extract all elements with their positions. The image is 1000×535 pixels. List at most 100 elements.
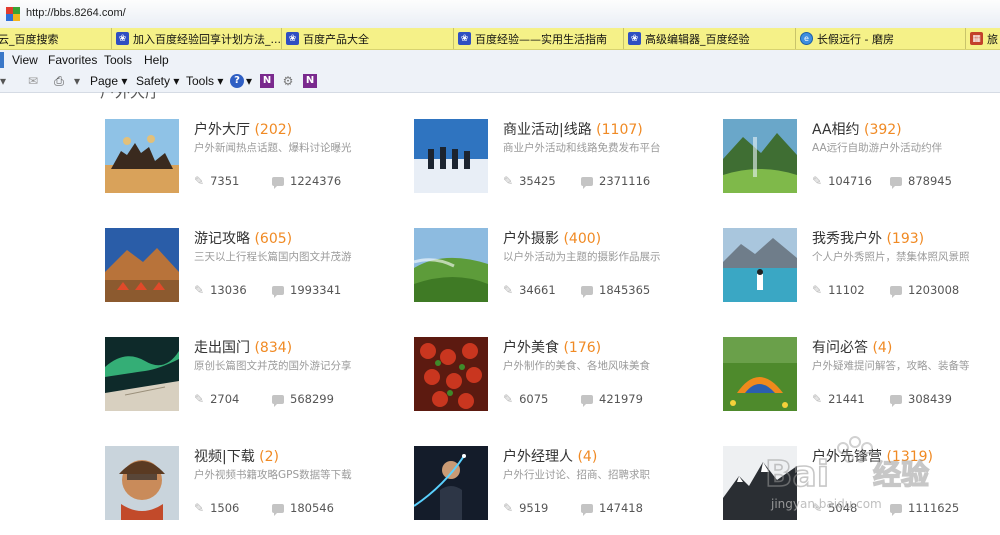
forum-title[interactable]: 走出国门 (834) [194, 337, 292, 357]
safety-menu-button[interactable]: Safety ▾ [136, 74, 179, 88]
forum-name[interactable]: 视频|下载 [194, 449, 255, 465]
print-icon[interactable]: ⎙ [52, 74, 66, 88]
comment-bubble-icon [272, 503, 284, 516]
forum-title[interactable]: 户外大厅 (202) [194, 119, 292, 139]
thread-count: ✎ 1506 [194, 501, 239, 515]
comment-bubble-icon [272, 394, 284, 407]
section-heading-text: 户外大厅 [100, 92, 161, 101]
forum-today-count: (1107) [596, 122, 643, 138]
menu-tools[interactable]: Tools [104, 53, 132, 67]
post-count: 568299 [272, 392, 334, 407]
forum-title[interactable]: 户外经理人 (4) [503, 446, 597, 466]
forum-title[interactable]: 户外先锋营 (1319) [812, 446, 933, 466]
onenote-icon[interactable]: N [260, 74, 274, 88]
pen-icon: ✎ [812, 174, 823, 188]
forum-card[interactable]: 户外大厅 (202) 户外新闻热点话题、爆料讨论曝光 ✎ 7351 1224376 [105, 119, 395, 197]
forum-thumbnail[interactable] [723, 119, 797, 193]
comment-bubble-icon [890, 503, 902, 516]
forum-card[interactable]: 视频|下载 (2) 户外视频书籍攻略GPS数据等下载 ✎ 1506 180546 [105, 446, 395, 524]
forum-title[interactable]: 商业活动|线路 (1107) [503, 119, 643, 139]
forum-description: 户外新闻热点话题、爆料讨论曝光 [194, 142, 352, 154]
pen-icon: ✎ [194, 501, 205, 515]
gear-icon[interactable]: ⚙ [281, 74, 295, 88]
forum-title[interactable]: 游记攻略 (605) [194, 228, 292, 248]
favorite-link[interactable]: e 长假远行 - 磨房 [796, 28, 966, 49]
forum-card[interactable]: 户外先锋营 (1319) ✎ 5048 1111625 [723, 446, 1000, 524]
favorite-label: 长假远行 - 磨房 [817, 32, 894, 46]
forum-name[interactable]: 户外大厅 [194, 122, 250, 138]
baidu-paw-icon: ❀ [286, 32, 299, 45]
forum-name[interactable]: 游记攻略 [194, 231, 250, 247]
favorite-link[interactable]: ❀ 加入百度经验回享计划方法_... [112, 28, 282, 49]
forum-thumbnail[interactable] [723, 337, 797, 411]
thread-count-value: 7351 [210, 174, 240, 188]
forum-thumbnail[interactable] [414, 337, 488, 411]
pen-icon: ✎ [503, 501, 514, 515]
post-count: 878945 [890, 174, 952, 189]
forum-thumbnail[interactable] [105, 446, 179, 520]
forum-title[interactable]: 有问必答 (4) [812, 337, 892, 357]
comment-bubble-icon [890, 394, 902, 407]
site-favicon-icon [6, 7, 20, 21]
forum-card[interactable]: 我秀我户外 (193) 个人户外秀照片，禁集体照风景照 ✎ 11102 1203008 [723, 228, 1000, 306]
thread-count: ✎ 2704 [194, 392, 239, 406]
forum-thumbnail[interactable] [723, 446, 797, 520]
forum-name[interactable]: 商业活动|线路 [503, 122, 592, 138]
forum-today-count: (834) [254, 340, 293, 356]
forum-card[interactable]: 走出国门 (834) 原创长篇图文并茂的国外游记分享 ✎ 2704 568299 [105, 337, 395, 415]
mail-icon[interactable]: ✉ [26, 74, 40, 88]
favorite-label: 加入百度经验回享计划方法_... [133, 32, 281, 46]
url-text[interactable]: http://bbs.8264.com/ [26, 7, 126, 19]
comment-bubble-icon [890, 285, 902, 298]
forum-thumbnail[interactable] [414, 446, 488, 520]
forum-name[interactable]: AA相约 [812, 122, 860, 138]
comment-bubble-icon [581, 503, 593, 516]
favorite-link[interactable]: 云_百度搜索 [0, 28, 112, 49]
help-dropdown-button[interactable]: ▾ [246, 74, 252, 88]
favorite-link[interactable]: ▦ 旅 [966, 28, 1000, 49]
dropdown-arrow-icon[interactable]: ▾ [0, 74, 10, 88]
address-bar[interactable]: http://bbs.8264.com/ [0, 0, 1000, 29]
forum-name[interactable]: 户外摄影 [503, 231, 559, 247]
menu-edge [0, 52, 4, 68]
menu-view[interactable]: View [12, 53, 38, 67]
forum-card[interactable]: 户外美食 (176) 户外制作的美食、各地风味美食 ✎ 6075 421979 [414, 337, 704, 415]
forum-card[interactable]: 商业活动|线路 (1107) 商业户外活动和线路免费发布平台 ✎ 35425 23711… [414, 119, 704, 197]
forum-card[interactable]: 有问必答 (4) 户外疑难提问解答，攻略、装备等 ✎ 21441 308439 [723, 337, 1000, 415]
forum-thumbnail[interactable] [723, 228, 797, 302]
favorite-link[interactable]: ❀ 高级编辑器_百度经验 [624, 28, 796, 49]
forum-name[interactable]: 有问必答 [812, 340, 868, 356]
print-dropdown-icon[interactable]: ▾ [70, 74, 84, 88]
forum-title[interactable]: 户外摄影 (400) [503, 228, 601, 248]
favorite-link[interactable]: ❀ 百度经验——实用生活指南 [454, 28, 624, 49]
menu-help[interactable]: Help [144, 53, 169, 67]
forum-thumbnail[interactable] [105, 228, 179, 302]
thread-count: ✎ 35425 [503, 174, 556, 188]
page-menu-button[interactable]: Page ▾ [90, 74, 127, 88]
forum-thumbnail[interactable] [414, 228, 488, 302]
menu-favorites[interactable]: Favorites [48, 53, 97, 67]
forum-thumbnail[interactable] [105, 337, 179, 411]
forum-thumbnail[interactable] [414, 119, 488, 193]
forum-name[interactable]: 走出国门 [194, 340, 250, 356]
forum-card[interactable]: 户外经理人 (4) 户外行业讨论、招商、招聘求职 ✎ 9519 147418 [414, 446, 704, 524]
forum-name[interactable]: 户外经理人 [503, 449, 573, 465]
forum-title[interactable]: 户外美食 (176) [503, 337, 601, 357]
favorite-link[interactable]: ❀ 百度产品大全 [282, 28, 454, 49]
forum-card[interactable]: 游记攻略 (605) 三天以上行程长篇国内图文并茂游 ✎ 13036 1993341 [105, 228, 395, 306]
forum-title[interactable]: 我秀我户外 (193) [812, 228, 924, 248]
forum-card[interactable]: AA相约 (392) AA远行自助游户外活动约伴 ✎ 104716 878945 [723, 119, 1000, 197]
forum-card[interactable]: 户外摄影 (400) 以户外活动为主题的摄影作品展示 ✎ 34661 1845365 [414, 228, 704, 306]
forum-name[interactable]: 户外先锋营 [812, 449, 882, 465]
comment-bubble-icon [581, 285, 593, 298]
thread-count: ✎ 6075 [503, 392, 548, 406]
forum-name[interactable]: 我秀我户外 [812, 231, 882, 247]
forum-title[interactable]: 视频|下载 (2) [194, 446, 279, 466]
forum-name[interactable]: 户外美食 [503, 340, 559, 356]
forum-title[interactable]: AA相约 (392) [812, 119, 902, 139]
tools-menu-button[interactable]: Tools ▾ [186, 74, 223, 88]
pen-icon: ✎ [194, 174, 205, 188]
help-icon[interactable]: ? [230, 74, 244, 88]
onenote-send-icon[interactable]: N [303, 74, 317, 88]
forum-thumbnail[interactable] [105, 119, 179, 193]
